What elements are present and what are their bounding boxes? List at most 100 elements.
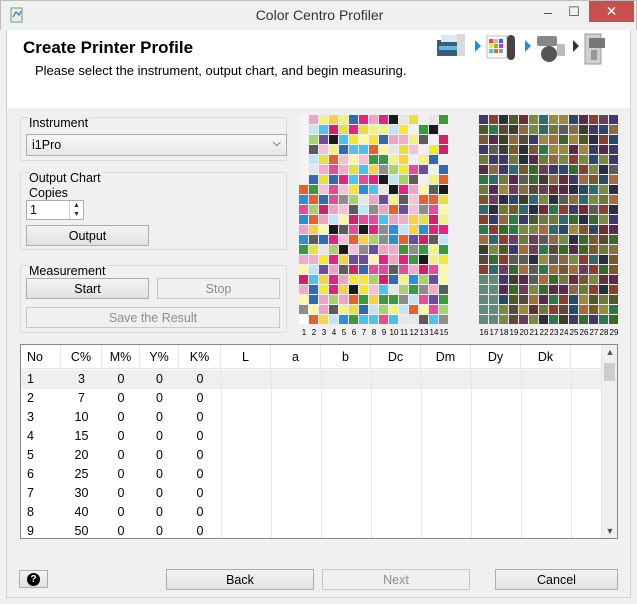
column-header[interactable]: M% <box>102 345 140 369</box>
color-patch <box>489 275 498 284</box>
color-patch <box>309 315 318 324</box>
chart-column-label: 5 <box>342 328 347 337</box>
color-patch <box>499 265 508 274</box>
color-patch <box>339 245 348 254</box>
color-patch <box>509 215 518 224</box>
color-patch <box>379 245 388 254</box>
color-patch <box>299 165 308 174</box>
table-row[interactable]: 5 20 0 0 0 <box>21 446 603 465</box>
color-patch <box>349 265 358 274</box>
chart-column-label: 22 <box>540 328 549 337</box>
color-patch <box>609 295 618 304</box>
color-patch <box>479 115 488 124</box>
minimize-button[interactable]: – <box>537 4 559 24</box>
color-patch <box>609 185 618 194</box>
column-header[interactable]: a <box>271 345 321 369</box>
color-patch <box>549 245 558 254</box>
color-patch <box>329 245 338 254</box>
color-patch <box>409 195 418 204</box>
close-button[interactable]: ✕ <box>589 1 634 22</box>
help-button[interactable]: ? <box>19 570 48 588</box>
table-cell: 1 <box>27 372 34 386</box>
save-result-button[interactable]: Save the Result <box>26 307 280 328</box>
column-divider <box>421 369 422 538</box>
wizard-steps <box>437 33 605 65</box>
color-patch <box>519 215 528 224</box>
table-row[interactable]: 2 7 0 0 0 <box>21 389 603 408</box>
column-header[interactable]: Dk <box>521 345 571 369</box>
table-row[interactable]: 8 40 0 0 0 <box>21 503 603 522</box>
table-row[interactable]: 3 10 0 0 0 <box>21 408 603 427</box>
color-patch <box>329 265 338 274</box>
copies-stepper[interactable]: 1 ▲ ▼ <box>26 200 84 220</box>
column-header[interactable]: C% <box>61 345 102 369</box>
next-button[interactable]: Next <box>322 569 470 590</box>
page-subtitle: Please select the instrument, output cha… <box>35 63 407 78</box>
color-patch <box>499 165 508 174</box>
table-scrollbar[interactable]: ▲ ▼ <box>601 345 617 538</box>
copies-value: 1 <box>30 203 37 217</box>
color-patch <box>349 195 358 204</box>
color-patch <box>499 295 508 304</box>
color-patch <box>359 165 368 174</box>
column-divider <box>571 369 572 538</box>
back-button[interactable]: Back <box>166 569 314 590</box>
table-cell: 10 <box>74 410 89 424</box>
color-patch <box>609 235 618 244</box>
table-row[interactable]: 1 3 0 0 0 <box>21 370 603 389</box>
color-patch <box>499 215 508 224</box>
color-patch <box>329 125 338 134</box>
color-patch <box>379 315 388 324</box>
color-patch <box>509 245 518 254</box>
chart-column-label: 9 <box>382 328 387 337</box>
color-patch <box>419 215 428 224</box>
color-patch <box>319 175 328 184</box>
table-row[interactable]: 4 15 0 0 0 <box>21 427 603 446</box>
color-patch <box>529 245 538 254</box>
column-header[interactable]: Dm <box>421 345 471 369</box>
column-header[interactable]: b <box>321 345 371 369</box>
maximize-button[interactable]: ☐ <box>563 4 585 24</box>
measurement-table[interactable]: No C% M% Y% K% La b Dc Dm Dy Dk 1 3 0 0 0 2 7 0 0 0 3 10 0 0 0 4 1… <box>20 344 618 539</box>
color-patch <box>349 225 358 234</box>
color-patch <box>399 135 408 144</box>
instrument-select[interactable]: i1Pro ⌵ <box>26 134 287 156</box>
column-header[interactable]: Y% <box>140 345 179 369</box>
start-button[interactable]: Start <box>26 278 149 299</box>
stop-button[interactable]: Stop <box>157 278 280 299</box>
column-header[interactable]: Dy <box>471 345 521 369</box>
color-patch <box>309 275 318 284</box>
table-cell: 0 <box>117 391 125 405</box>
table-row[interactable]: 7 30 0 0 0 <box>21 484 603 503</box>
color-patch <box>429 115 438 124</box>
column-header[interactable]: Dc <box>371 345 421 369</box>
column-header[interactable]: K% <box>179 345 221 369</box>
table-row[interactable]: 9 50 0 0 0 <box>21 522 603 538</box>
color-patch <box>499 275 508 284</box>
color-patch <box>359 275 368 284</box>
color-patch <box>599 205 608 214</box>
output-button[interactable]: Output <box>26 225 149 246</box>
scroll-thumb[interactable] <box>604 363 615 381</box>
increment-icon[interactable]: ▲ <box>70 201 83 210</box>
table-cell: 3 <box>78 372 85 386</box>
color-patch <box>369 125 378 134</box>
scroll-down-icon[interactable]: ▼ <box>602 526 617 536</box>
table-row[interactable]: 6 25 0 0 0 <box>21 465 603 484</box>
color-patch <box>339 165 348 174</box>
color-patch <box>579 145 588 154</box>
scroll-up-icon[interactable]: ▲ <box>602 347 617 357</box>
chevron-down-icon: ⌵ <box>272 137 281 149</box>
column-header[interactable]: L <box>221 345 271 369</box>
color-patch <box>409 315 418 324</box>
color-patch <box>359 235 368 244</box>
color-patch <box>479 125 488 134</box>
color-patch <box>579 295 588 304</box>
color-patch <box>299 195 308 204</box>
color-patch <box>439 295 448 304</box>
cancel-button[interactable]: Cancel <box>495 569 618 590</box>
column-header[interactable]: No <box>21 345 61 369</box>
color-patch <box>409 165 418 174</box>
decrement-icon[interactable]: ▼ <box>70 210 83 219</box>
color-patch <box>369 295 378 304</box>
